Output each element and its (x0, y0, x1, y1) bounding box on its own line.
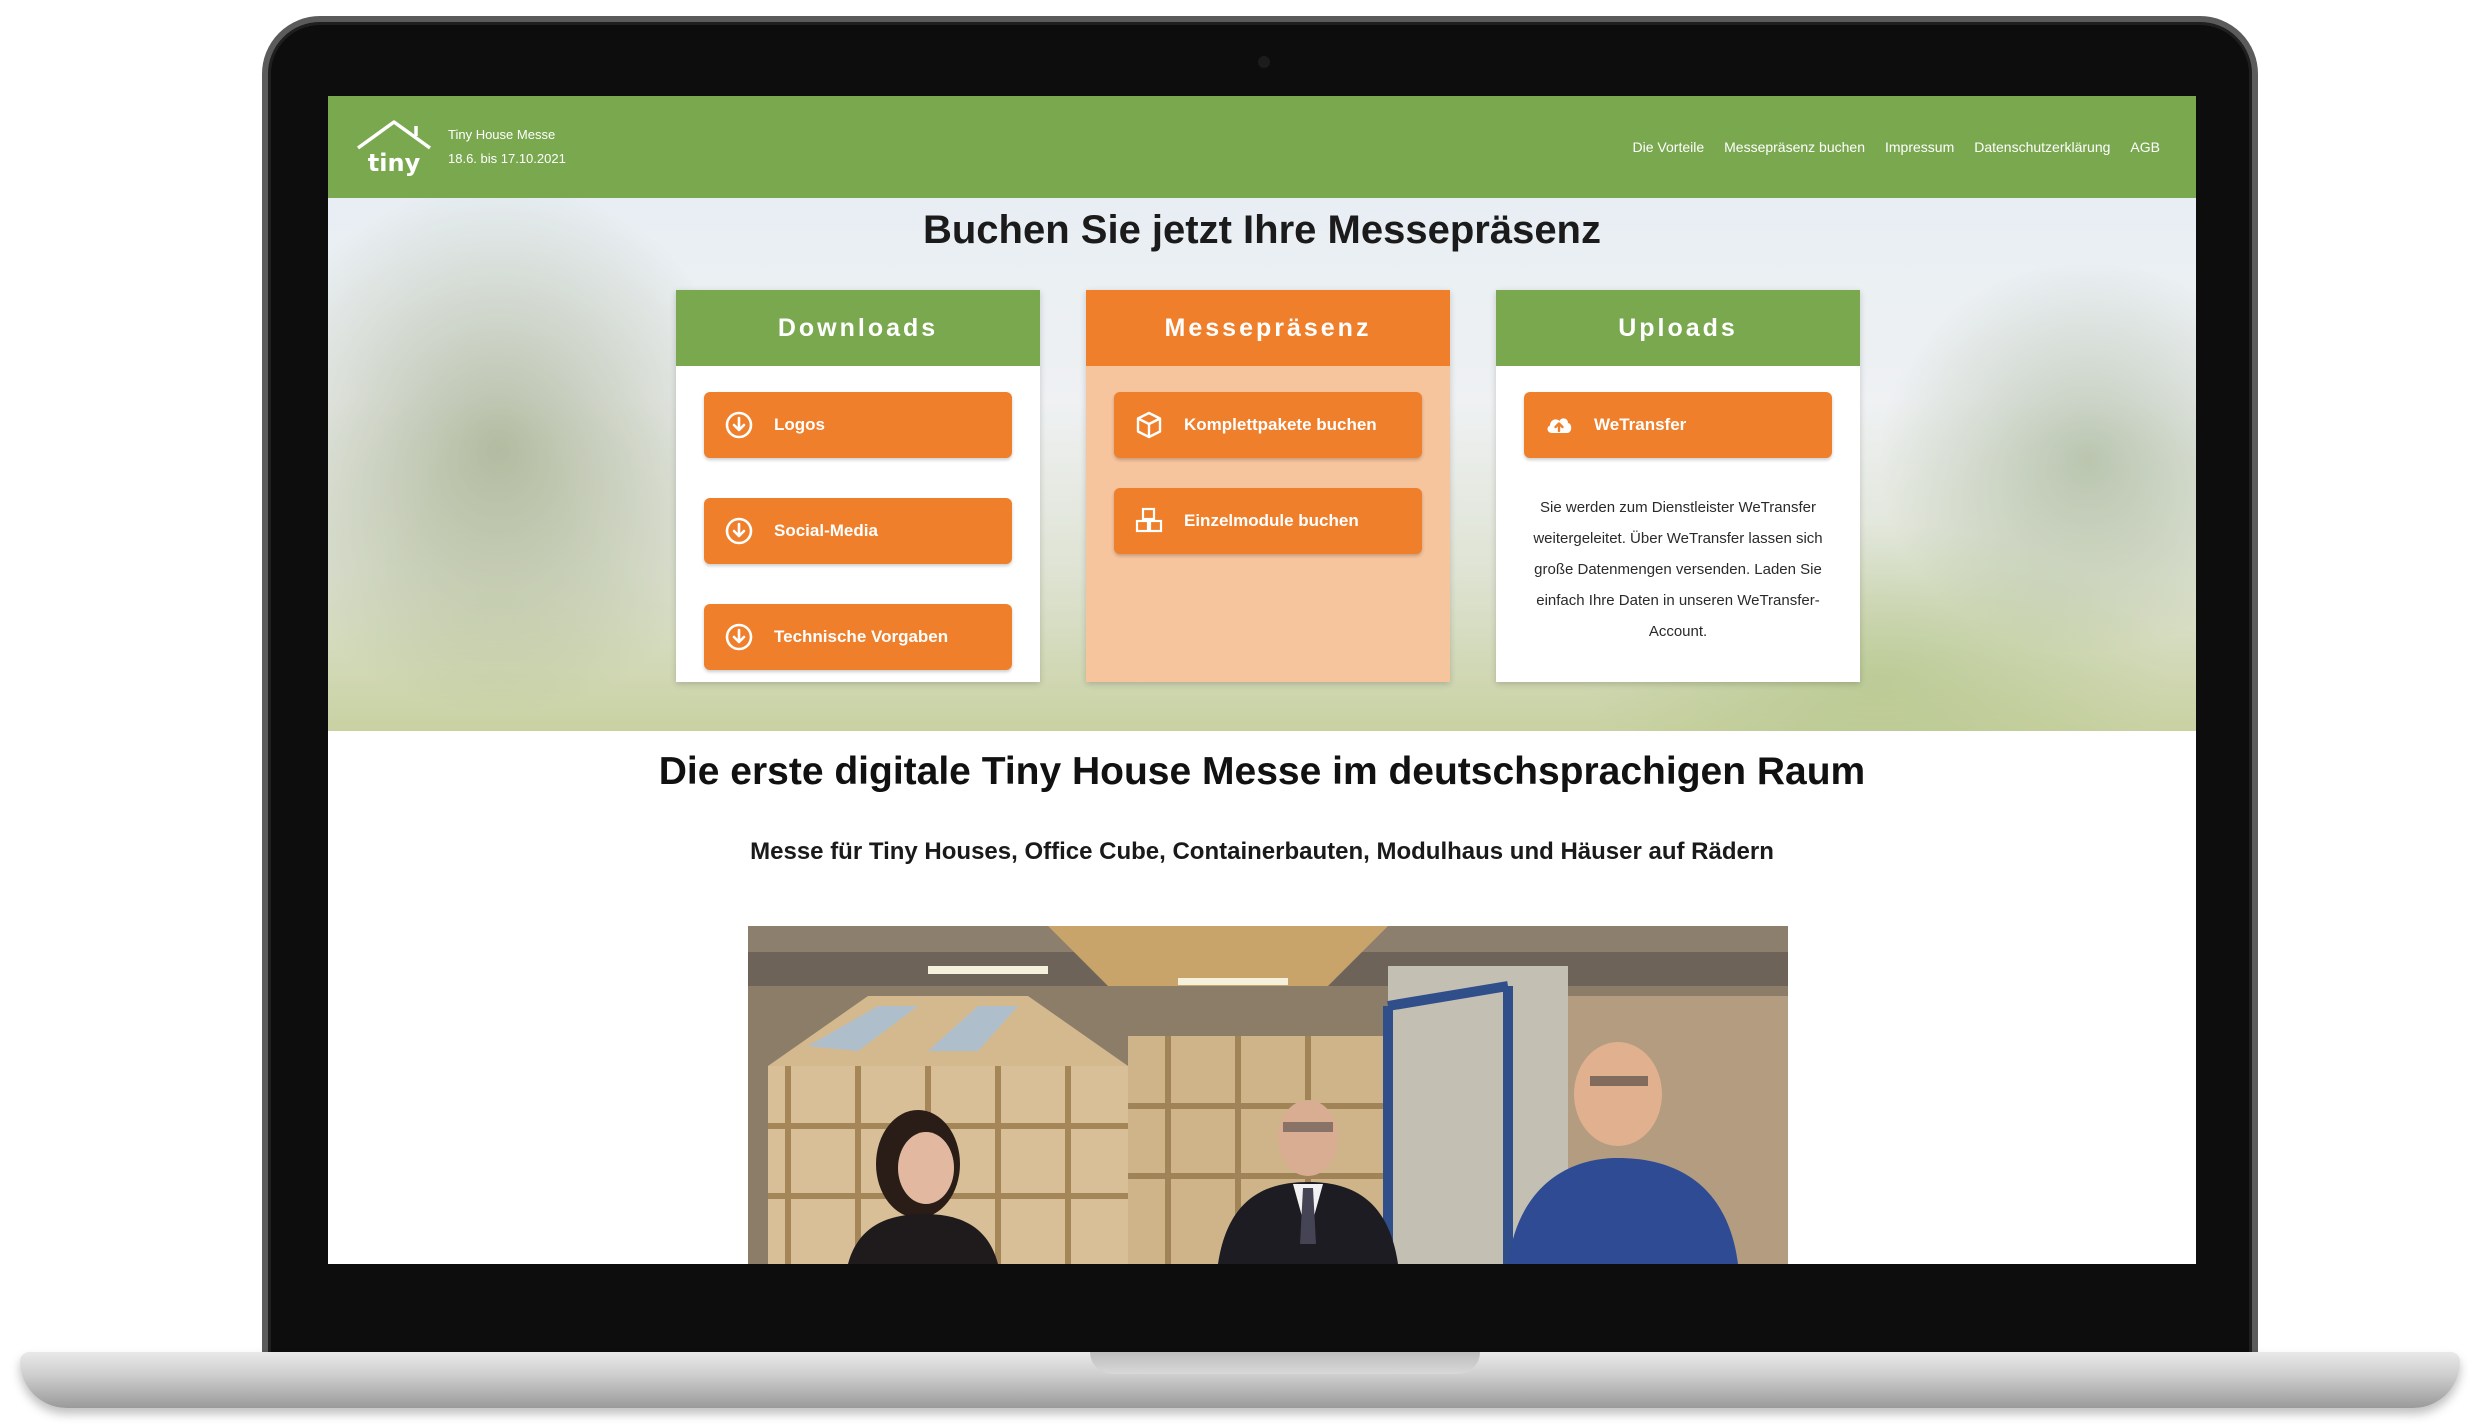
house-logo-icon: tiny (356, 120, 432, 177)
logos-button-label: Logos (774, 415, 825, 434)
nav-link-impressum[interactable]: Impressum (1885, 139, 1954, 155)
wetransfer-description: Sie werden zum Dienstleister WeTransfer … (1533, 499, 1823, 640)
download-circle-icon (725, 517, 753, 545)
section-title: Die erste digitale Tiny House Messe im d… (658, 750, 1866, 793)
uploads-card-title: Uploads (1496, 290, 1860, 366)
box-icon (1136, 411, 1162, 439)
camera-icon (1258, 56, 1270, 68)
laptop-notch (1090, 1352, 1480, 1374)
social-media-button[interactable]: Social-Media (704, 498, 1012, 564)
laptop-screen: tiny Tiny House Messe 18.6. bis 17.10.20… (328, 96, 2196, 1264)
cloud-upload-icon (1547, 418, 1572, 433)
messepraesenz-card: Messepräsenz Komplettpakete buchen Einze… (1086, 290, 1450, 682)
komplettpakete-button[interactable]: Komplettpakete buchen (1114, 392, 1422, 458)
komplettpakete-button-label: Komplettpakete buchen (1184, 415, 1377, 434)
social-media-button-label: Social-Media (774, 521, 878, 540)
nav-link-messepraesenz[interactable]: Messepräsenz buchen (1724, 139, 1865, 155)
brand[interactable]: tiny Tiny House Messe 18.6. bis 17.10.20… (354, 116, 566, 178)
download-circle-icon (725, 411, 753, 439)
technische-vorgaben-button-label: Technische Vorgaben (774, 627, 949, 646)
brand-text: Tiny House Messe 18.6. bis 17.10.2021 (448, 123, 566, 171)
video-photo[interactable] (748, 926, 1788, 1264)
download-circle-icon (725, 623, 753, 651)
downloads-card: Downloads Logos Social-Media Technische … (676, 290, 1040, 682)
cubes-icon (1135, 507, 1163, 533)
uploads-card: Uploads WeTransfer Sie werden zum Dienst… (1496, 290, 1860, 682)
nav-link-vorteile[interactable]: Die Vorteile (1633, 139, 1705, 155)
brand-name: Tiny House Messe (448, 127, 556, 142)
einzelmodule-button[interactable]: Einzelmodule buchen (1114, 488, 1422, 554)
brand-dates: 18.6. bis 17.10.2021 (448, 151, 566, 166)
logos-button[interactable]: Logos (704, 392, 1012, 458)
wetransfer-button[interactable]: WeTransfer (1524, 392, 1832, 458)
logo-text: tiny (368, 149, 421, 177)
main-nav: Die Vorteile Messepräsenz buchen Impress… (1613, 139, 2160, 155)
warehouse-scene (748, 926, 1788, 1264)
messepraesenz-card-title: Messepräsenz (1086, 290, 1450, 366)
section-subtitle: Messe für Tiny Houses, Office Cube, Cont… (750, 838, 1774, 865)
wetransfer-button-label: WeTransfer (1594, 415, 1687, 434)
nav-link-agb[interactable]: AGB (2130, 139, 2160, 155)
site-header: tiny Tiny House Messe 18.6. bis 17.10.20… (328, 96, 2196, 198)
nav-link-datenschutz[interactable]: Datenschutzerklärung (1974, 139, 2110, 155)
technische-vorgaben-button[interactable]: Technische Vorgaben (704, 604, 1012, 670)
downloads-card-title: Downloads (676, 290, 1040, 366)
einzelmodule-button-label: Einzelmodule buchen (1184, 511, 1359, 530)
hero-title: Buchen Sie jetzt Ihre Messepräsenz (922, 208, 1601, 252)
